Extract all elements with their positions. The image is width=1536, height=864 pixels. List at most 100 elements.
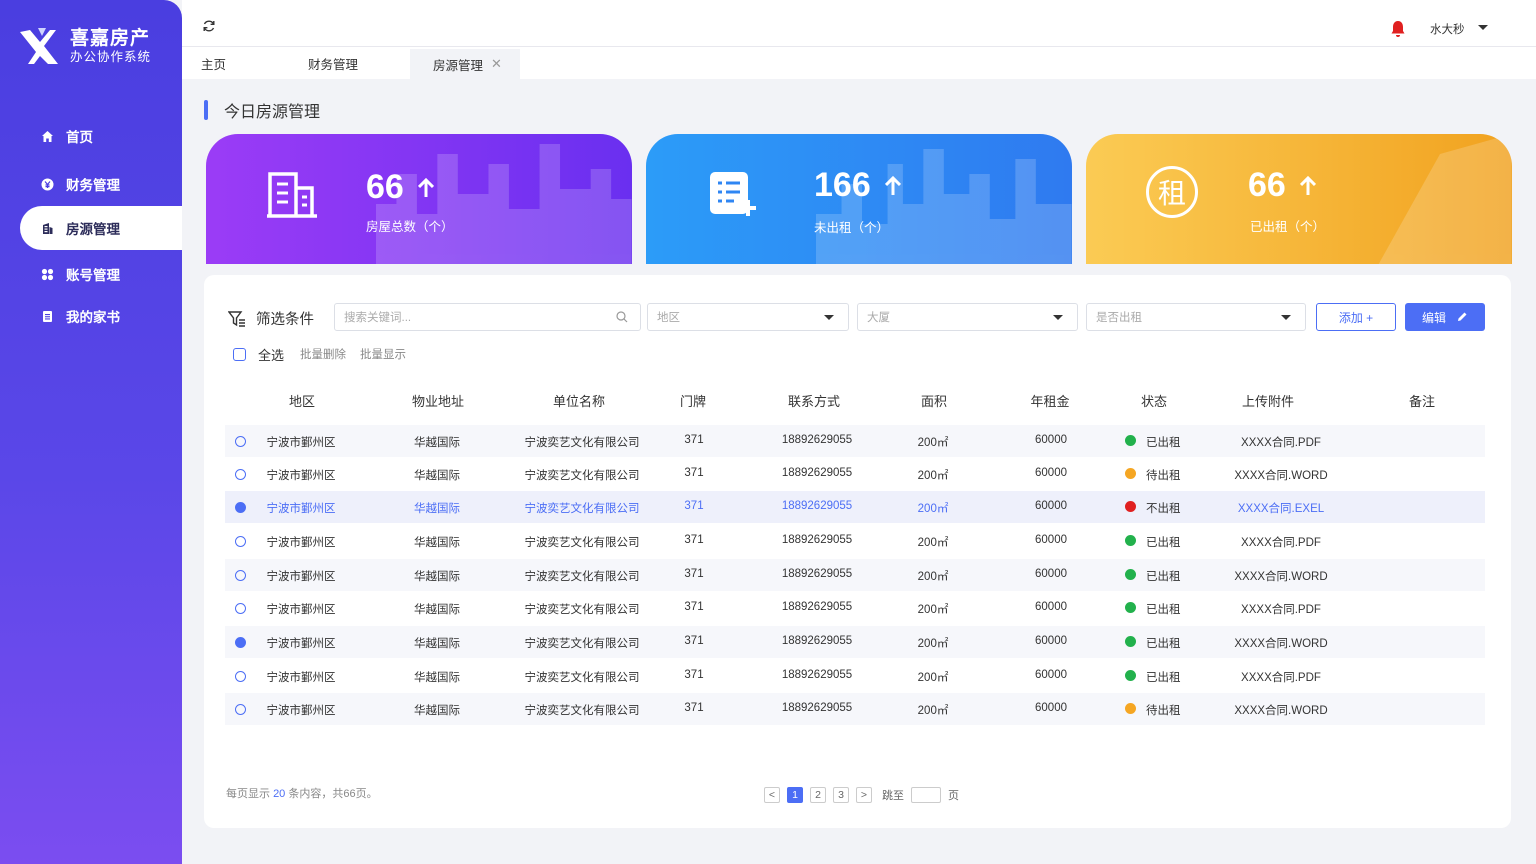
select-all-checkbox[interactable] <box>233 348 246 361</box>
row-checkbox[interactable] <box>235 704 246 715</box>
page-jump-input[interactable] <box>911 787 941 803</box>
sidebar-item-property[interactable]: 房源管理 <box>20 206 182 250</box>
cell-company: 宁波奕艺文化有限公司 <box>524 437 640 449</box>
table-row[interactable]: 宁波市鄞州区 华越国际 宁波奕艺文化有限公司 371 18892629055 200㎡ 60… <box>225 660 1485 692</box>
table-row[interactable]: 宁波市鄞州区 华越国际 宁波奕艺文化有限公司 371 18892629055 200㎡ 60… <box>225 693 1485 725</box>
pagination: < 1 2 3 > 跳至 页 <box>764 787 959 803</box>
cell-address: 华越国际 <box>414 571 460 583</box>
select-all[interactable]: 全选 <box>233 345 284 364</box>
edit-button[interactable]: 编辑 <box>1405 303 1485 331</box>
arrow-up-icon <box>884 175 901 195</box>
status-badge: 已出租 <box>1146 537 1181 549</box>
table-row[interactable]: 宁波市鄞州区 华越国际 宁波奕艺文化有限公司 371 18892629055 200㎡ 60… <box>225 491 1485 523</box>
column-header: 联系方式 <box>787 394 841 409</box>
cell-file[interactable]: XXXX合同.PDF <box>1241 434 1321 450</box>
refresh-icon[interactable] <box>202 19 216 33</box>
filter-label-text: 筛选条件 <box>256 312 314 328</box>
sidebar-item-account[interactable]: 账号管理 <box>20 252 182 296</box>
table-row[interactable]: 宁波市鄞州区 华越国际 宁波奕艺文化有限公司 371 18892629055 200㎡ 60… <box>225 559 1485 591</box>
row-checkbox[interactable] <box>235 671 246 682</box>
cell-file[interactable]: XXXX合同.EXEL <box>1238 500 1324 516</box>
cell-company: 宁波奕艺文化有限公司 <box>524 604 640 616</box>
sidebar-item-home[interactable]: 首页 <box>20 114 182 158</box>
sidebar-item-letters[interactable]: 我的家书 <box>20 294 182 338</box>
brand-logo[interactable]: 喜嘉房产 办公协作系统 <box>18 26 151 66</box>
cell-file[interactable]: XXXX合同.PDF <box>1241 601 1321 617</box>
chevron-down-icon[interactable] <box>1478 25 1488 30</box>
stat-card-total[interactable]: 66 房屋总数（个） <box>206 134 632 264</box>
table-row[interactable]: 宁波市鄞州区 华越国际 宁波奕艺文化有限公司 371 18892629055 200㎡ 60… <box>225 458 1485 490</box>
batch-delete-button[interactable]: 批量删除 <box>300 346 346 362</box>
status-dot <box>1125 670 1136 681</box>
book-icon <box>40 309 54 323</box>
row-checkbox[interactable] <box>235 502 246 513</box>
status-dot <box>1125 636 1136 647</box>
cell-file[interactable]: XXXX合同.WORD <box>1234 568 1327 584</box>
sidebar-item-label: 我的家书 <box>66 310 120 325</box>
cell-area: 200㎡ <box>917 604 949 616</box>
cell-file[interactable]: XXXX合同.PDF <box>1241 534 1321 550</box>
page-button-3[interactable]: 3 <box>833 787 849 803</box>
cell-company: 宁波奕艺文化有限公司 <box>524 537 640 549</box>
table-row[interactable]: 宁波市鄞州区 华越国际 宁波奕艺文化有限公司 371 18892629055 200㎡ 60… <box>225 592 1485 624</box>
cell-area: 200㎡ <box>917 672 949 684</box>
next-page-button[interactable]: > <box>856 787 872 803</box>
bell-icon[interactable] <box>1390 20 1406 38</box>
stat-label: 已出租（个） <box>1250 220 1326 234</box>
rented-select[interactable]: 是否出租 <box>1086 303 1306 331</box>
cell-address: 华越国际 <box>414 437 460 449</box>
region-select[interactable]: 地区 <box>647 303 849 331</box>
cell-region: 宁波市鄞州区 <box>266 604 336 616</box>
cell-area: 200㎡ <box>917 470 949 482</box>
row-checkbox[interactable] <box>235 536 246 547</box>
status-dot <box>1125 703 1136 714</box>
cell-rent: 60000 <box>1035 702 1067 714</box>
sidebar-item-label: 首页 <box>66 130 93 145</box>
brand-subtitle: 办公协作系统 <box>70 49 152 64</box>
cell-rent: 60000 <box>1035 601 1067 613</box>
tab-home[interactable]: 主页 <box>201 47 226 79</box>
username[interactable]: 水大秒 <box>1430 21 1465 37</box>
building-select[interactable]: 大厦 <box>857 303 1078 331</box>
per-page-count: 20 <box>273 788 286 800</box>
stat-card-unrented[interactable]: 166 未出租（个） <box>646 134 1072 264</box>
page-button-2[interactable]: 2 <box>810 787 826 803</box>
column-header: 年租金 <box>1030 394 1070 409</box>
cell-file[interactable]: XXXX合同.PDF <box>1241 669 1321 685</box>
row-checkbox[interactable] <box>235 570 246 581</box>
cell-company: 宁波奕艺文化有限公司 <box>524 672 640 684</box>
cell-region: 宁波市鄞州区 <box>266 537 336 549</box>
stat-card-rented[interactable]: 租 66 已出租（个） <box>1086 134 1512 264</box>
sidebar-item-finance[interactable]: 财务管理 <box>20 162 182 206</box>
home-icon <box>40 129 54 143</box>
cell-file[interactable]: XXXX合同.WORD <box>1234 702 1327 718</box>
cell-phone: 18892629055 <box>781 434 853 446</box>
row-checkbox[interactable] <box>235 603 246 614</box>
building-icon <box>40 221 54 235</box>
batch-show-button[interactable]: 批量显示 <box>360 346 406 362</box>
cell-address: 华越国际 <box>414 705 460 717</box>
cell-file[interactable]: XXXX合同.WORD <box>1234 467 1327 483</box>
row-checkbox[interactable] <box>235 436 246 447</box>
page-button-1[interactable]: 1 <box>787 787 803 803</box>
add-button[interactable]: 添加 + <box>1316 303 1396 331</box>
column-header: 上传附件 <box>1241 394 1295 409</box>
brand-title: 喜嘉房产 <box>70 27 151 49</box>
column-header: 物业地址 <box>411 394 465 409</box>
row-checkbox[interactable] <box>235 469 246 480</box>
table-row[interactable]: 宁波市鄞州区 华越国际 宁波奕艺文化有限公司 371 18892629055 200㎡ 60… <box>225 525 1485 557</box>
row-checkbox[interactable] <box>235 637 246 648</box>
table-row[interactable]: 宁波市鄞州区 华越国际 宁波奕艺文化有限公司 371 18892629055 200㎡ 60… <box>225 425 1485 457</box>
cell-file[interactable]: XXXX合同.WORD <box>1234 635 1327 651</box>
prev-page-button[interactable]: < <box>764 787 780 803</box>
page-title: 今日房源管理 <box>204 99 320 121</box>
table-row[interactable]: 宁波市鄞州区 华越国际 宁波奕艺文化有限公司 371 18892629055 200㎡ 60… <box>225 626 1485 658</box>
close-icon[interactable]: ✕ <box>491 56 502 72</box>
search-input[interactable]: 搜索关键词... <box>334 303 641 331</box>
tab-finance[interactable]: 财务管理 <box>308 47 358 79</box>
tab-property[interactable]: 房源管理 ✕ <box>410 47 520 79</box>
cell-phone: 18892629055 <box>781 534 853 546</box>
cell-address: 华越国际 <box>414 672 460 684</box>
filter-icon <box>228 310 245 327</box>
cell-door: 371 <box>684 635 704 647</box>
